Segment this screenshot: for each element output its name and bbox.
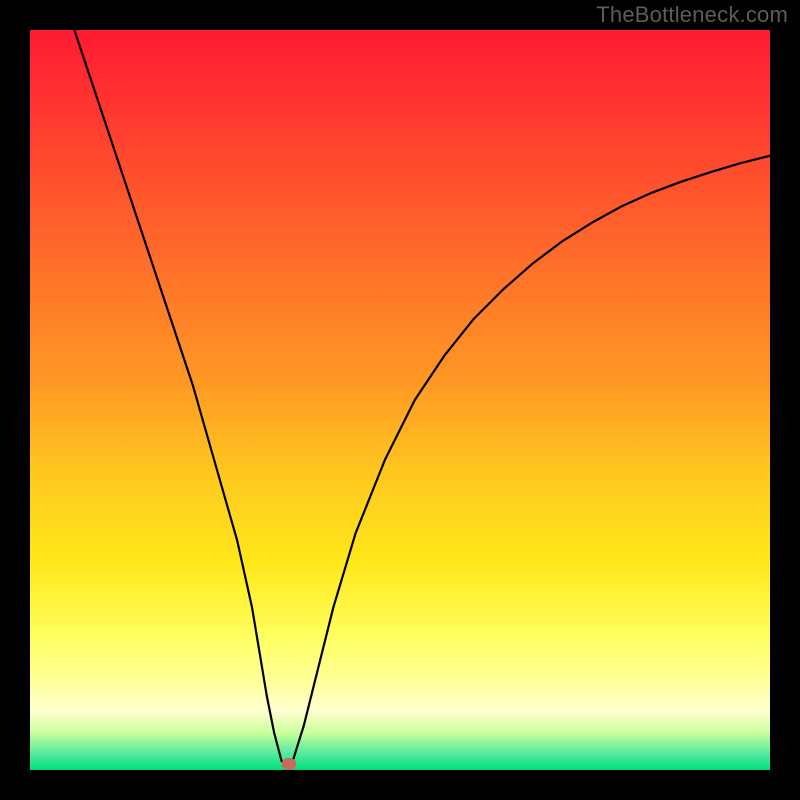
watermark-text: TheBottleneck.com — [596, 2, 788, 28]
chart-svg — [30, 30, 770, 770]
chart-stage: TheBottleneck.com — [0, 0, 800, 800]
minimum-marker — [282, 758, 296, 770]
plot-area — [30, 30, 770, 770]
data-curve — [74, 30, 770, 764]
